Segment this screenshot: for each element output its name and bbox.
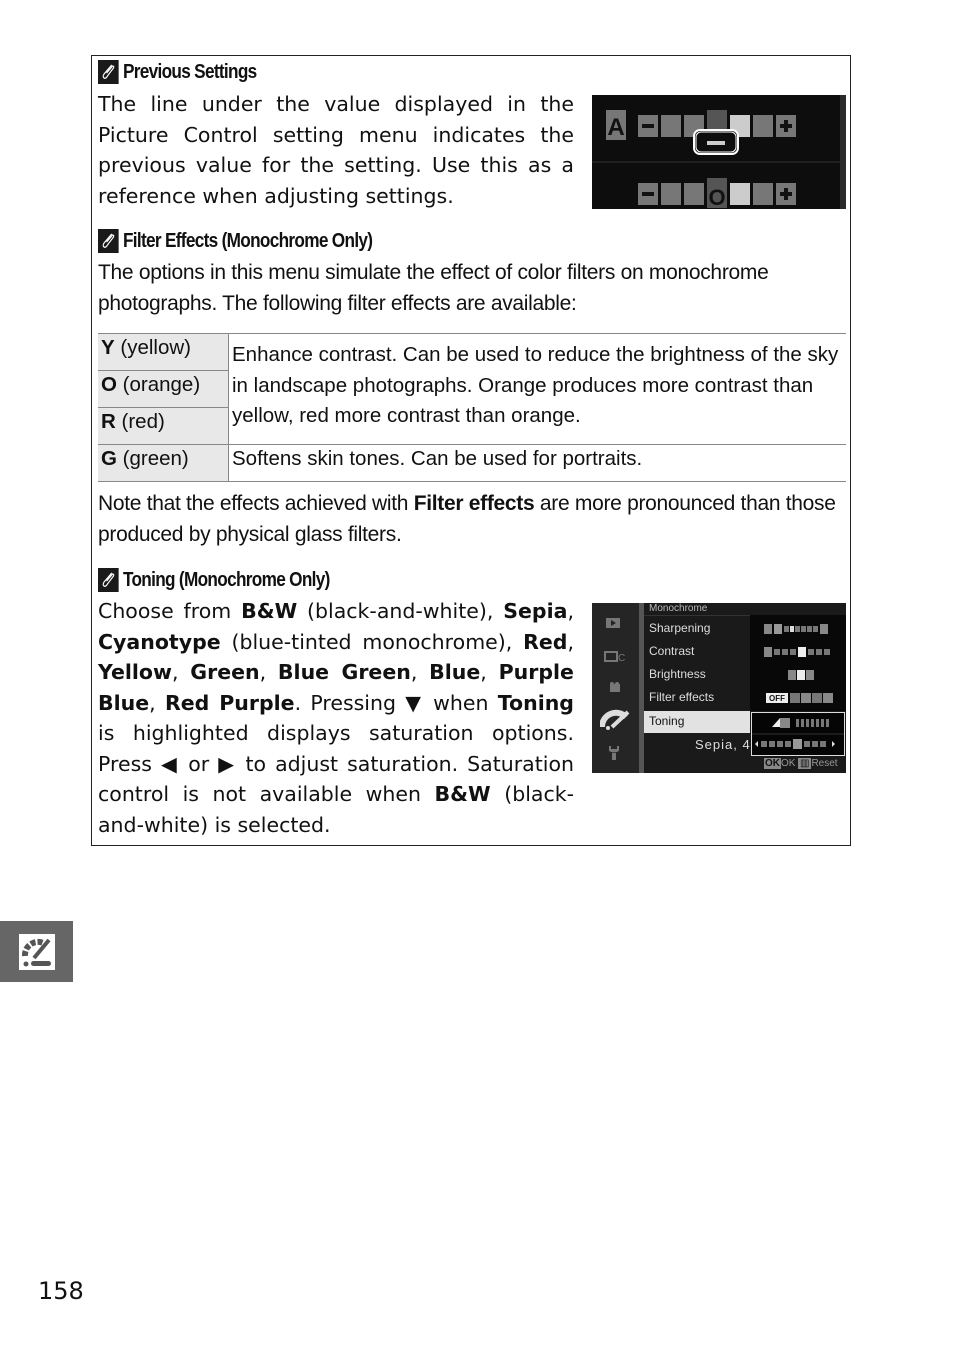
table-row: G (green) Softens skin tones. Can be use… bbox=[98, 444, 846, 482]
toning-body: Choose from B&W (black-and-white), Sepia… bbox=[98, 599, 575, 837]
menu-row-contrast[interactable]: Contrast bbox=[649, 644, 694, 658]
wrench-icon bbox=[609, 746, 619, 760]
picture-control-tab-icon bbox=[18, 933, 55, 970]
svg-text:O: O bbox=[708, 185, 725, 209]
toning-selector-panel[interactable] bbox=[751, 712, 845, 756]
filter-effects-intro: The options in this menu simulate the ef… bbox=[98, 261, 769, 315]
previous-settings-heading: Previous Settings bbox=[98, 60, 257, 84]
menu-header: Monochrome bbox=[649, 603, 708, 614]
filter-key-cell: Y (yellow) bbox=[98, 333, 229, 371]
pencil-note-icon bbox=[98, 60, 119, 84]
filter-key-cell: O (orange) bbox=[98, 370, 229, 408]
pencil-note-icon bbox=[98, 229, 119, 253]
reset-hint: ▥ Reset bbox=[798, 758, 838, 769]
filter-effects-title: Filter Effects (Monochrome Only) bbox=[122, 229, 373, 252]
menu-row-sharpening[interactable]: Sharpening bbox=[649, 621, 710, 635]
toning-title: Toning (Monochrome Only) bbox=[122, 568, 330, 591]
filter-key-cell: R (red) bbox=[98, 407, 229, 445]
picture-control-icon bbox=[600, 709, 630, 730]
pencil-note-icon bbox=[98, 568, 119, 592]
chapter-tab-marker bbox=[0, 921, 73, 982]
ok-hint: OKOK bbox=[764, 758, 796, 769]
filter-desc-cell: Softens skin tones. Can be used for port… bbox=[228, 444, 846, 482]
previous-settings-title: Previous Settings bbox=[122, 60, 257, 83]
movie-icon bbox=[610, 682, 620, 692]
previous-settings-illustration: A O bbox=[592, 95, 846, 210]
menu-value-indicators: OFF bbox=[764, 624, 833, 703]
playback-icon bbox=[606, 618, 620, 628]
filter-effects-note: Note that the effects achieved with Filt… bbox=[98, 492, 836, 546]
table-row: Y (yellow) Enhance contrast. Can be used… bbox=[98, 333, 846, 445]
svg-text:OFF: OFF bbox=[769, 694, 785, 703]
menu-row-toning[interactable]: Toning bbox=[649, 714, 684, 728]
page-number: 158 bbox=[38, 1277, 84, 1305]
toning-selector[interactable] bbox=[752, 713, 844, 755]
menu-row-brightness[interactable]: Brightness bbox=[649, 667, 706, 681]
filter-effects-heading: Filter Effects (Monochrome Only) bbox=[98, 229, 373, 253]
filter-key-cell: G (green) bbox=[98, 444, 229, 482]
filter-effects-table: Y (yellow) Enhance contrast. Can be used… bbox=[98, 333, 846, 482]
filter-desc-cell: Enhance contrast. Can be used to reduce … bbox=[228, 333, 846, 445]
toning-heading: Toning (Monochrome Only) bbox=[98, 568, 330, 592]
menu-row-filter-effects[interactable]: Filter effects bbox=[649, 690, 714, 704]
monochrome-menu-screen: C Monochrome Sharpening Contrast Brightn… bbox=[592, 603, 846, 773]
shooting-icon: C bbox=[604, 651, 625, 663]
previous-settings-body: The line under the value displayed in th… bbox=[98, 92, 574, 208]
svg-text:A: A bbox=[607, 114, 624, 141]
svg-text:C: C bbox=[618, 653, 625, 663]
toning-value: Sepia, 4 bbox=[695, 737, 751, 752]
